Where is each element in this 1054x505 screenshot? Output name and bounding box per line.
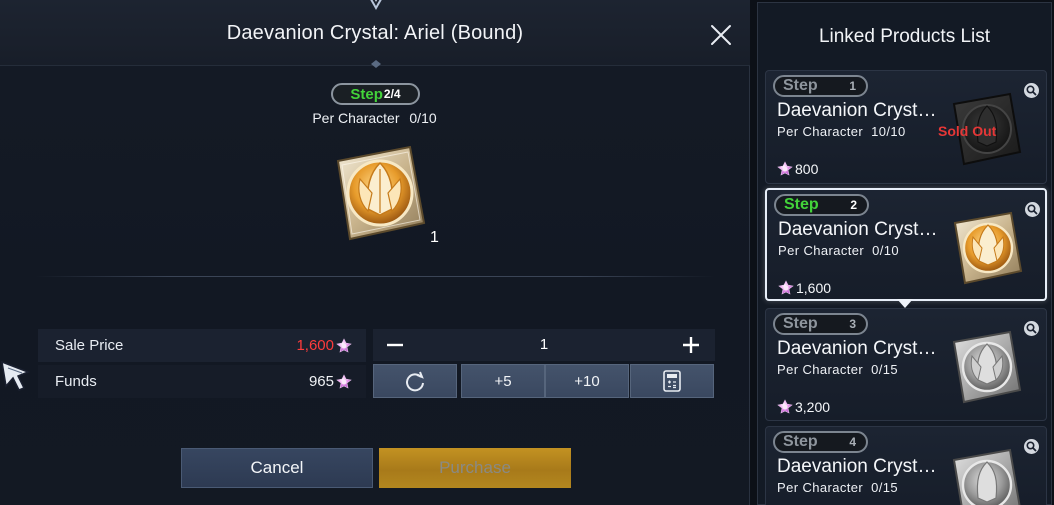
product-name: Daevanion Cryst…: [777, 456, 937, 477]
crystal-silver-icon: [952, 448, 1021, 505]
add-10-button[interactable]: +10: [545, 364, 629, 398]
item-quantity: 1: [430, 229, 439, 246]
sold-out-label: Sold Out: [938, 123, 997, 139]
quantity-value[interactable]: 1: [373, 336, 715, 353]
funds-label: Funds: [55, 373, 97, 390]
magnifier-icon[interactable]: [1023, 320, 1040, 337]
funds-value: 965: [308, 373, 334, 390]
product-name: Daevanion Cryst…: [778, 219, 938, 240]
cancel-button[interactable]: Cancel: [181, 448, 373, 488]
ornament-icon: [370, 0, 382, 11]
limit-label: Per Character: [312, 110, 400, 126]
step-badge: Step 2/4: [331, 83, 420, 105]
magnifier-icon[interactable]: [1024, 201, 1041, 218]
gem-currency-icon: [336, 373, 352, 389]
purchase-limit: Per Character 0/15: [777, 362, 899, 377]
step-badge: Step 3: [773, 313, 868, 335]
dialog-title: Daevanion Crystal: Ariel (Bound): [226, 22, 524, 44]
gem-currency-icon: [336, 337, 352, 353]
magnifier-icon[interactable]: [1023, 438, 1040, 455]
step-label: Step: [350, 85, 383, 103]
sale-price-label: Sale Price: [55, 337, 124, 354]
product-name: Daevanion Cryst…: [777, 100, 937, 121]
calculator-icon: [663, 370, 681, 392]
magnifier-icon[interactable]: [1023, 82, 1040, 99]
panel-title: Linked Products List: [818, 26, 991, 47]
selection-pointer-icon: [897, 299, 913, 308]
purchase-limit: Per Character 0/10: [778, 243, 900, 258]
plus-icon[interactable]: [679, 333, 703, 357]
step-badge: Step 2: [774, 194, 869, 216]
reset-quantity-button[interactable]: [373, 364, 457, 398]
gem-currency-icon: [778, 280, 794, 295]
purchase-limit: Per Character 0/10: [0, 110, 749, 126]
linked-products-panel: Linked Products List Step 1 Daevanion Cr…: [757, 2, 1052, 505]
step-badge: Step 4: [773, 431, 868, 453]
purchase-limit: Per Character 10/10: [777, 124, 906, 139]
product-card-step-1[interactable]: Step 1 Daevanion Cryst… Per Character 10…: [765, 70, 1047, 184]
purchase-button[interactable]: Purchase: [379, 448, 571, 488]
purchase-dialog: Daevanion Crystal: Ariel (Bound) Step 2/…: [0, 0, 750, 505]
close-icon[interactable]: [708, 22, 734, 48]
add-5-button[interactable]: +5: [461, 364, 545, 398]
product-price: 3,200: [777, 399, 830, 415]
gem-currency-icon: [777, 399, 793, 414]
product-name: Daevanion Cryst…: [777, 338, 937, 359]
step-value: 2/4: [383, 87, 401, 101]
funds-row: Funds 965: [38, 365, 366, 398]
limit-value: 0/10: [409, 110, 437, 126]
purchase-limit: Per Character 0/15: [777, 480, 899, 495]
quantity-stepper: 1: [373, 329, 715, 361]
cursor-icon: [1, 360, 31, 391]
crystal-gold-icon: [336, 145, 426, 241]
divider: [35, 276, 715, 277]
step-badge: Step 1: [773, 75, 868, 97]
calculator-button[interactable]: [630, 364, 714, 398]
product-price: 1,600: [778, 280, 831, 296]
product-card-step-4[interactable]: Step 4 Daevanion Cryst… Per Character 0/…: [765, 426, 1047, 505]
divider-gem-icon: [371, 60, 381, 68]
crystal-silver-icon: [952, 330, 1022, 404]
product-card-step-3[interactable]: Step 3 Daevanion Cryst… Per Character 0/…: [765, 308, 1047, 421]
refresh-icon: [406, 371, 424, 392]
sale-price-value: 1,600: [296, 337, 334, 354]
gem-currency-icon: [777, 161, 793, 176]
dialog-header: Daevanion Crystal: Ariel (Bound): [0, 0, 750, 68]
sale-price-row: Sale Price 1,600: [38, 329, 366, 362]
product-price: 800: [777, 161, 818, 177]
product-card-step-2[interactable]: Step 2 Daevanion Cryst… Per Character 0/…: [765, 188, 1047, 301]
crystal-gold-icon: [953, 211, 1023, 285]
